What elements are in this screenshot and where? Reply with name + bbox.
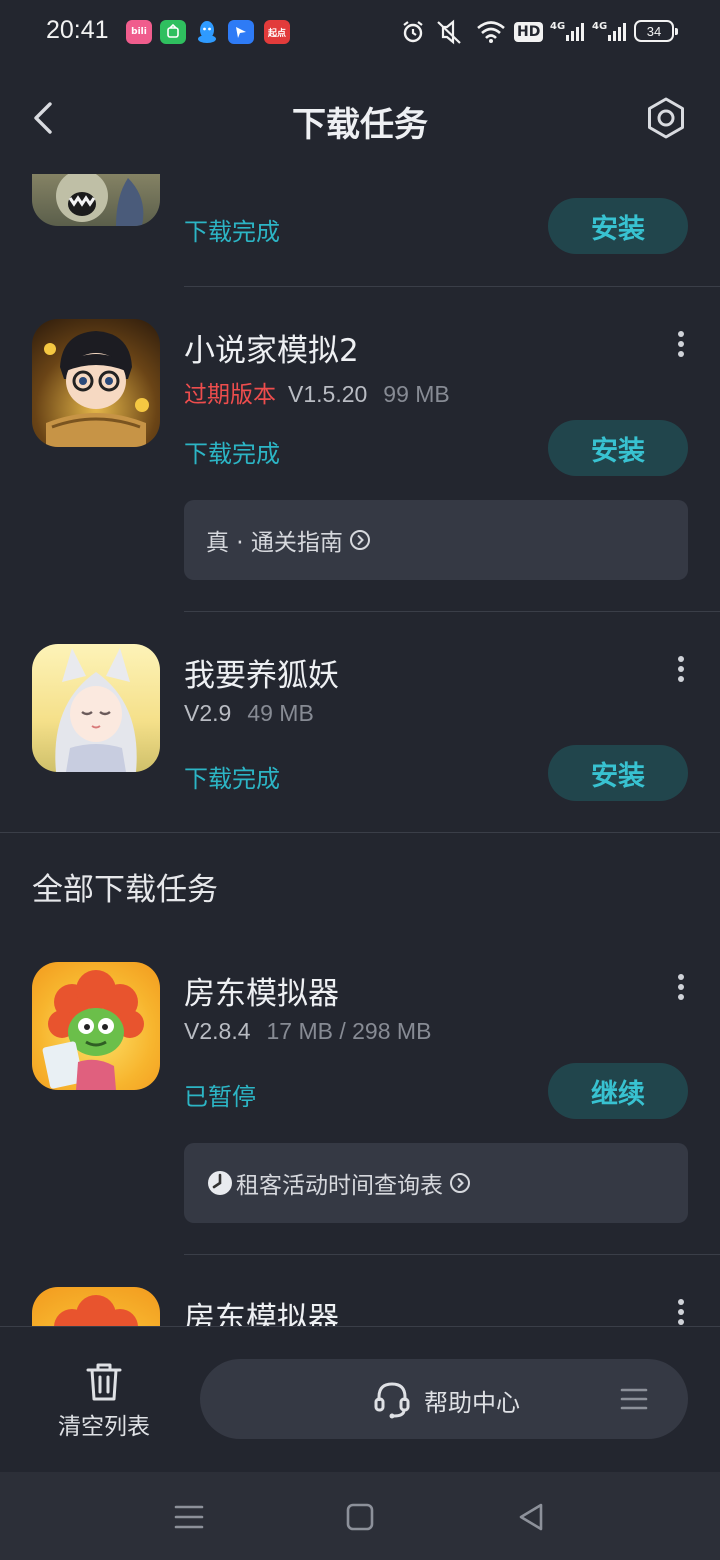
recent-apps-icon[interactable] [172, 1500, 206, 1534]
install-button[interactable]: 安装 [548, 745, 688, 801]
header: 下载任务 [0, 64, 720, 174]
menu-icon[interactable] [620, 1387, 648, 1411]
continue-button[interactable]: 继续 [548, 1063, 688, 1119]
system-navigation-bar [0, 1472, 720, 1560]
app-meta: V2.9 49 MB [184, 700, 314, 727]
clock-icon [206, 1169, 234, 1197]
chevron-right-circle-icon [449, 1172, 471, 1194]
list-item: 我要养狐妖 V2.9 49 MB 下载完成 安装 [0, 612, 720, 832]
alarm-icon [400, 18, 426, 46]
app-size: 99 MB [383, 381, 450, 407]
clear-list-button[interactable]: 清空列表 [46, 1361, 162, 1441]
feishu-icon [228, 20, 254, 44]
help-center-label: 帮助中心 [424, 1389, 520, 1417]
download-status: 已暂停 [184, 1083, 256, 1111]
more-options-icon[interactable] [672, 331, 690, 361]
trash-icon [84, 1361, 124, 1403]
list-item: 下载完成 安装 [0, 174, 720, 286]
app-icon-landlord[interactable] [32, 1287, 160, 1326]
headset-icon [372, 1379, 412, 1419]
download-status: 下载完成 [184, 765, 280, 793]
app-icon-landlord[interactable] [32, 962, 160, 1090]
more-options-icon[interactable] [672, 656, 690, 686]
guide-label: 租客活动时间查询表 [236, 1173, 443, 1199]
network-type-2: 4G [592, 20, 608, 32]
more-options-icon[interactable] [672, 974, 690, 1004]
list-item: 房东模拟器 [0, 1255, 720, 1326]
app-meta: 过期版本 V1.5.20 99 MB [184, 375, 450, 409]
mute-icon [434, 18, 464, 46]
app-icon-fox-spirit[interactable] [32, 644, 160, 772]
download-status: 下载完成 [184, 440, 280, 468]
app-name: 房东模拟器 [184, 1301, 339, 1326]
back-nav-icon[interactable] [514, 1500, 548, 1534]
battery-indicator: 34 [634, 20, 678, 42]
more-options-icon[interactable] [672, 1299, 690, 1326]
network-type-1: 4G [550, 20, 566, 32]
signal-icon-2: 4G [592, 18, 629, 46]
app-name: 我要养狐妖 [184, 658, 339, 694]
app-name: 房东模拟器 [184, 976, 339, 1012]
hd-icon: HD [514, 18, 544, 46]
clear-list-label: 清空列表 [58, 1414, 150, 1440]
qq-icon [194, 20, 220, 44]
hd-label: HD [514, 22, 544, 42]
app-version: V1.5.20 [288, 381, 368, 407]
wechat-mini-icon [160, 20, 186, 44]
help-center-button[interactable]: 帮助中心 [200, 1359, 688, 1439]
home-icon[interactable] [343, 1500, 377, 1534]
app-icon-cartoon[interactable] [32, 174, 160, 226]
download-status: 下载完成 [184, 218, 280, 246]
bilibili-icon: bili [126, 20, 152, 44]
download-progress-size: 17 MB / 298 MB [266, 1018, 432, 1044]
guide-link[interactable]: 真 · 通关指南 [184, 500, 688, 580]
expired-badge: 过期版本 [184, 381, 276, 407]
install-button[interactable]: 安装 [548, 420, 688, 476]
status-bar: 20:41 bili 起点 HD 4G 4G 34 [0, 0, 720, 64]
page-title: 下载任务 [292, 105, 428, 145]
settings-icon[interactable] [644, 96, 688, 140]
bottom-action-bar: 清空列表 帮助中心 [0, 1326, 720, 1472]
chevron-right-circle-icon [349, 529, 371, 551]
list-item: 房东模拟器 V2.8.4 17 MB / 298 MB 已暂停 继续 租客活动时间… [0, 930, 720, 1255]
status-time: 20:41 [46, 16, 109, 44]
section-divider [0, 832, 720, 833]
qidian-icon: 起点 [264, 20, 290, 44]
install-button[interactable]: 安装 [548, 198, 688, 254]
app-version: V2.9 [184, 700, 232, 726]
app-name: 小说家模拟2 [184, 333, 359, 369]
download-list[interactable]: 下载完成 安装 小说家模拟2 过期版本 V1.5.20 99 MB 下载完成 安… [0, 174, 720, 1326]
list-item: 小说家模拟2 过期版本 V1.5.20 99 MB 下载完成 安装 真 · 通关指南 [0, 287, 720, 612]
app-size: 49 MB [247, 700, 314, 726]
signal-icon-1: 4G [550, 18, 587, 46]
guide-link[interactable]: 租客活动时间查询表 [184, 1143, 688, 1223]
section-title: 全部下载任务 [32, 872, 218, 908]
wifi-icon [476, 18, 506, 46]
app-meta: V2.8.4 17 MB / 298 MB [184, 1018, 431, 1045]
app-version: V2.8.4 [184, 1018, 251, 1044]
guide-label: 真 · 通关指南 [206, 530, 343, 556]
app-icon-novelist[interactable] [32, 319, 160, 447]
